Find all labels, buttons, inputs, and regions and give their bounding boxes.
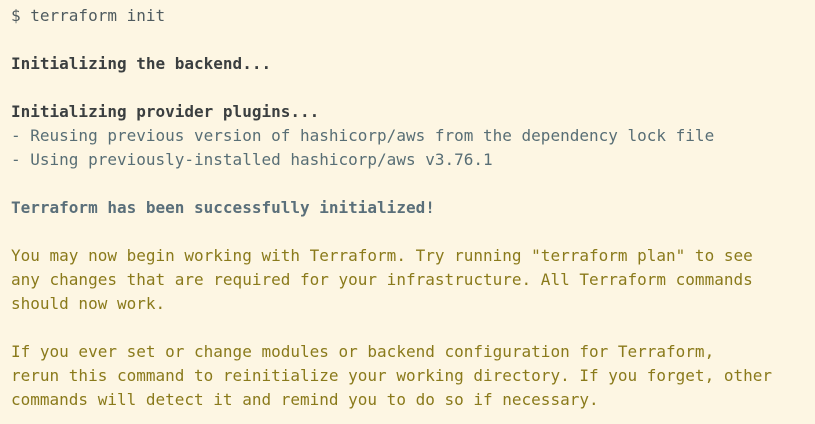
paragraph-1-line-3: should now work. [11,294,166,313]
success-message: Terraform has been successfully initiali… [11,198,435,217]
paragraph-2-line-3: commands will detect it and remind you t… [11,390,599,409]
provider-line-1: - Reusing previous version of hashicorp/… [11,126,715,145]
provider-line-2: - Using previously-installed hashicorp/a… [11,150,493,169]
terminal-output: $ terraform init Initializing the backen… [0,0,815,424]
paragraph-1-line-1: You may now begin working with Terraform… [11,246,753,265]
paragraph-1-line-2: any changes that are required for your i… [11,270,753,289]
paragraph-2-line-2: rerun this command to reinitialize your … [11,366,772,385]
backend-heading: Initializing the backend... [11,54,272,73]
paragraph-2-line-1: If you ever set or change modules or bac… [11,342,715,361]
provider-heading: Initializing provider plugins... [11,102,320,121]
command-line: $ terraform init [11,6,166,25]
